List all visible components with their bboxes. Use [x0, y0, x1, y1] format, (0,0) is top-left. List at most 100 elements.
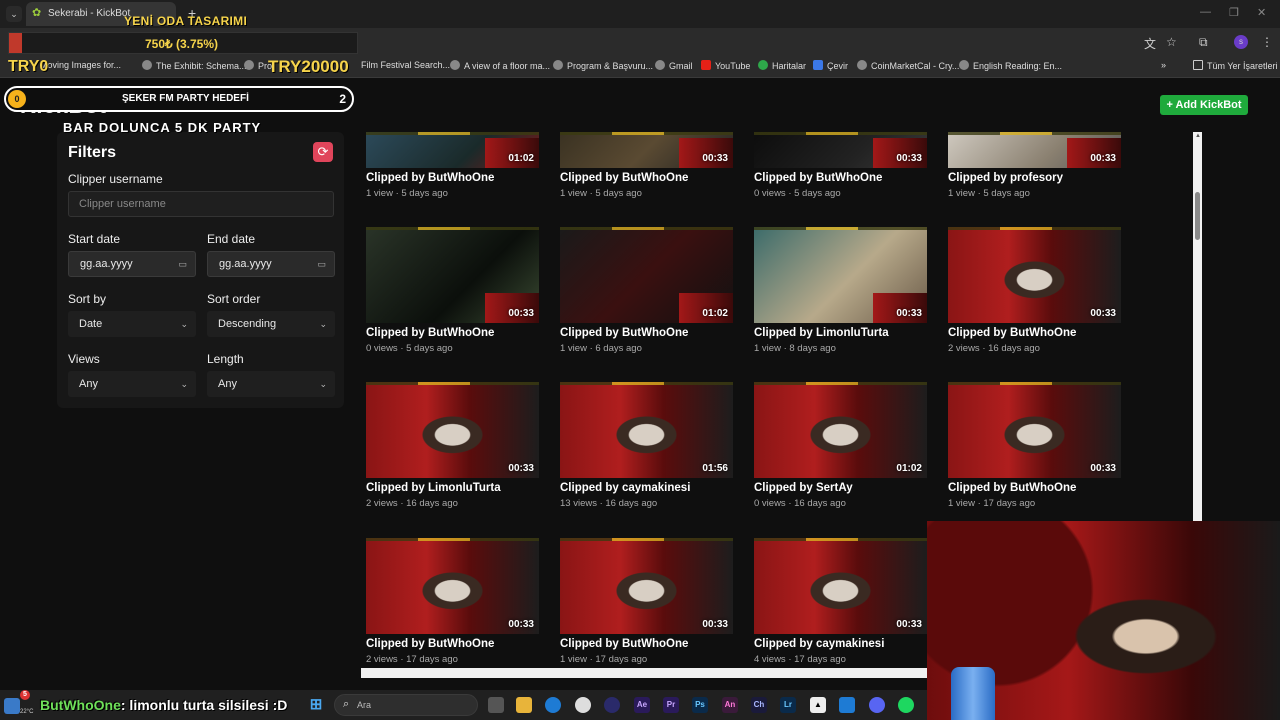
clipper-username-input[interactable]: Clipper username — [68, 191, 334, 217]
clip-card[interactable]: 01:02 Clipped by ButWhoOne 1 view · 6 days… — [560, 227, 733, 367]
outlook-icon[interactable] — [839, 697, 855, 713]
clip-card[interactable]: 01:56 Clipped by caymakinesi 13 views · 16… — [560, 382, 733, 522]
bookmarks-more-icon[interactable]: » — [1161, 60, 1166, 70]
horizontal-scrollbar[interactable] — [361, 668, 927, 678]
extensions-icon[interactable]: ⧉ — [1199, 35, 1208, 50]
spotify-icon[interactable] — [898, 697, 914, 713]
clip-card[interactable]: 00:33 Clipped by ButWhoOne 1 view · 17 day… — [948, 382, 1121, 522]
bookmark-item[interactable]: The Exhibit: Schema... — [142, 60, 247, 71]
clip-author[interactable]: Clipped by ButWhoOne — [366, 327, 494, 339]
maximize-icon[interactable]: ❐ — [1229, 6, 1239, 19]
clip-card[interactable]: 00:33 Clipped by ButWhoOne 0 views · 5 day… — [754, 132, 927, 212]
clip-card[interactable]: 00:33 Clipped by ButWhoOne 2 views · 16 da… — [948, 227, 1121, 367]
clip-author[interactable]: Clipped by ButWhoOne — [560, 172, 688, 184]
bookmark-item[interactable]: English Reading: En... — [959, 60, 1062, 71]
clip-card[interactable]: 00:33 Clipped by ButWhoOne 2 views · 17 da… — [366, 538, 539, 678]
bookmark-item[interactable]: CoinMarketCal - Cry... — [857, 60, 959, 71]
scroll-up-icon[interactable]: ▲ — [1195, 133, 1201, 139]
chrome-icon[interactable] — [575, 697, 591, 713]
views-select[interactable]: Any ⌄ — [68, 371, 196, 397]
bookmark-item[interactable]: A view of a floor ma... — [450, 60, 550, 71]
app-icon[interactable] — [604, 697, 620, 713]
clip-thumbnail[interactable]: 00:33 — [948, 382, 1121, 478]
edge-icon[interactable] — [545, 697, 561, 713]
sort-order-select[interactable]: Descending ⌄ — [207, 311, 335, 337]
clip-thumbnail[interactable]: 00:33 — [948, 132, 1121, 168]
clip-thumbnail[interactable]: 01:02 — [560, 227, 733, 323]
vertical-scrollbar[interactable]: ▲ — [1193, 132, 1202, 521]
clip-card[interactable]: 00:33 Clipped by ButWhoOne 1 view · 5 days… — [560, 132, 733, 212]
refresh-icon[interactable]: ⟳ — [313, 142, 333, 162]
clip-card[interactable]: 00:33 Clipped by LimonluTurta 1 view · 8 d… — [754, 227, 927, 367]
clip-author[interactable]: Clipped by ButWhoOne — [754, 172, 882, 184]
start-date-input[interactable]: gg.aa.yyyy ▭ — [68, 251, 196, 277]
clip-author[interactable]: Clipped by LimonluTurta — [366, 482, 501, 494]
calendar-icon[interactable]: ▭ — [178, 252, 187, 276]
clip-author[interactable]: Clipped by ButWhoOne — [948, 482, 1076, 494]
translate-icon[interactable]: 文 — [1144, 35, 1156, 52]
minimize-icon[interactable]: — — [1200, 6, 1211, 18]
clip-thumbnail[interactable]: 00:33 — [366, 227, 539, 323]
clip-author[interactable]: Clipped by profesory — [948, 172, 1063, 184]
clip-author[interactable]: Clipped by ButWhoOne — [560, 327, 688, 339]
clip-card[interactable]: 00:33 Clipped by caymakinesi 4 views · 17 … — [754, 538, 927, 678]
premiere-icon[interactable]: Pr — [663, 697, 679, 713]
app-icon[interactable]: ▲ — [810, 697, 826, 713]
clip-card[interactable]: 01:02 Clipped by ButWhoOne 1 view · 5 days… — [366, 132, 539, 212]
add-kickbot-button[interactable]: + Add KickBot — [1160, 95, 1248, 115]
clip-card[interactable]: 00:33 Clipped by ButWhoOne 1 view · 17 day… — [560, 538, 733, 678]
clip-card[interactable]: 01:02 Clipped by SertAy 0 views · 16 days … — [754, 382, 927, 522]
close-icon[interactable]: ✕ — [1257, 6, 1266, 19]
tab-search-icon[interactable]: ⌄ — [6, 6, 22, 22]
bookmark-item[interactable]: Haritalar — [758, 60, 806, 71]
clip-thumbnail[interactable]: 01:02 — [754, 382, 927, 478]
clip-author[interactable]: Clipped by caymakinesi — [560, 482, 690, 494]
clip-author[interactable]: Clipped by ButWhoOne — [560, 638, 688, 650]
calendar-icon[interactable]: ▭ — [317, 252, 326, 276]
clip-thumbnail[interactable]: 00:33 — [754, 132, 927, 168]
bookmark-item[interactable]: Gmail — [655, 60, 693, 71]
clip-author[interactable]: Clipped by ButWhoOne — [366, 172, 494, 184]
bookmark-item[interactable]: Moving Images for... — [40, 60, 121, 70]
bookmark-item[interactable]: Film Festival Search... — [361, 60, 450, 70]
clip-thumbnail[interactable]: 00:33 — [754, 227, 927, 323]
after-effects-icon[interactable]: Ae — [634, 697, 650, 713]
clip-thumbnail[interactable]: 00:33 — [366, 538, 539, 634]
clip-thumbnail[interactable]: 01:02 — [366, 132, 539, 168]
sort-by-select[interactable]: Date ⌄ — [68, 311, 196, 337]
taskbar-search-input[interactable]: ⌕ Ara — [334, 694, 478, 716]
clip-thumbnail[interactable]: 00:33 — [754, 538, 927, 634]
clip-card[interactable]: 00:33 Clipped by profesory 1 view · 5 days… — [948, 132, 1121, 212]
discord-icon[interactable] — [869, 697, 885, 713]
clip-thumbnail[interactable]: 00:33 — [948, 227, 1121, 323]
length-select[interactable]: Any ⌄ — [207, 371, 335, 397]
end-date-input[interactable]: gg.aa.yyyy ▭ — [207, 251, 335, 277]
clip-card[interactable]: 00:33 Clipped by ButWhoOne 0 views · 5 day… — [366, 227, 539, 367]
clip-thumbnail[interactable]: 00:33 — [560, 538, 733, 634]
bookmark-item[interactable]: Program & Başvuru... — [553, 60, 653, 71]
bookmark-item[interactable]: Çevir — [813, 60, 848, 71]
clip-thumbnail[interactable]: 00:33 — [560, 132, 733, 168]
clip-author[interactable]: Clipped by caymakinesi — [754, 638, 884, 650]
file-explorer-icon[interactable] — [516, 697, 532, 713]
character-animator-icon[interactable]: Ch — [751, 697, 767, 713]
clip-thumbnail[interactable]: 00:33 — [366, 382, 539, 478]
scrollbar-thumb[interactable] — [1195, 192, 1200, 240]
lightroom-icon[interactable]: Lr — [780, 697, 796, 713]
clip-thumbnail[interactable]: 01:56 — [560, 382, 733, 478]
clip-author[interactable]: Clipped by LimonluTurta — [754, 327, 889, 339]
clip-card[interactable]: 00:33 Clipped by LimonluTurta 2 views · 16… — [366, 382, 539, 522]
photoshop-icon[interactable]: Ps — [692, 697, 708, 713]
windows-start-icon[interactable]: ⊞ — [308, 697, 324, 713]
animate-icon[interactable]: An — [722, 697, 738, 713]
weather-icon[interactable] — [4, 698, 20, 714]
menu-icon[interactable]: ⋮ — [1261, 35, 1273, 49]
clip-author[interactable]: Clipped by SertAy — [754, 482, 853, 494]
profile-avatar[interactable]: s — [1234, 35, 1248, 49]
clip-author[interactable]: Clipped by ButWhoOne — [366, 638, 494, 650]
star-icon[interactable]: ☆ — [1166, 35, 1177, 49]
bookmark-item[interactable]: YouTube — [701, 60, 750, 71]
task-view-icon[interactable] — [488, 697, 504, 713]
clip-author[interactable]: Clipped by ButWhoOne — [948, 327, 1076, 339]
all-bookmarks[interactable]: Tüm Yer İşaretleri — [1193, 60, 1278, 71]
